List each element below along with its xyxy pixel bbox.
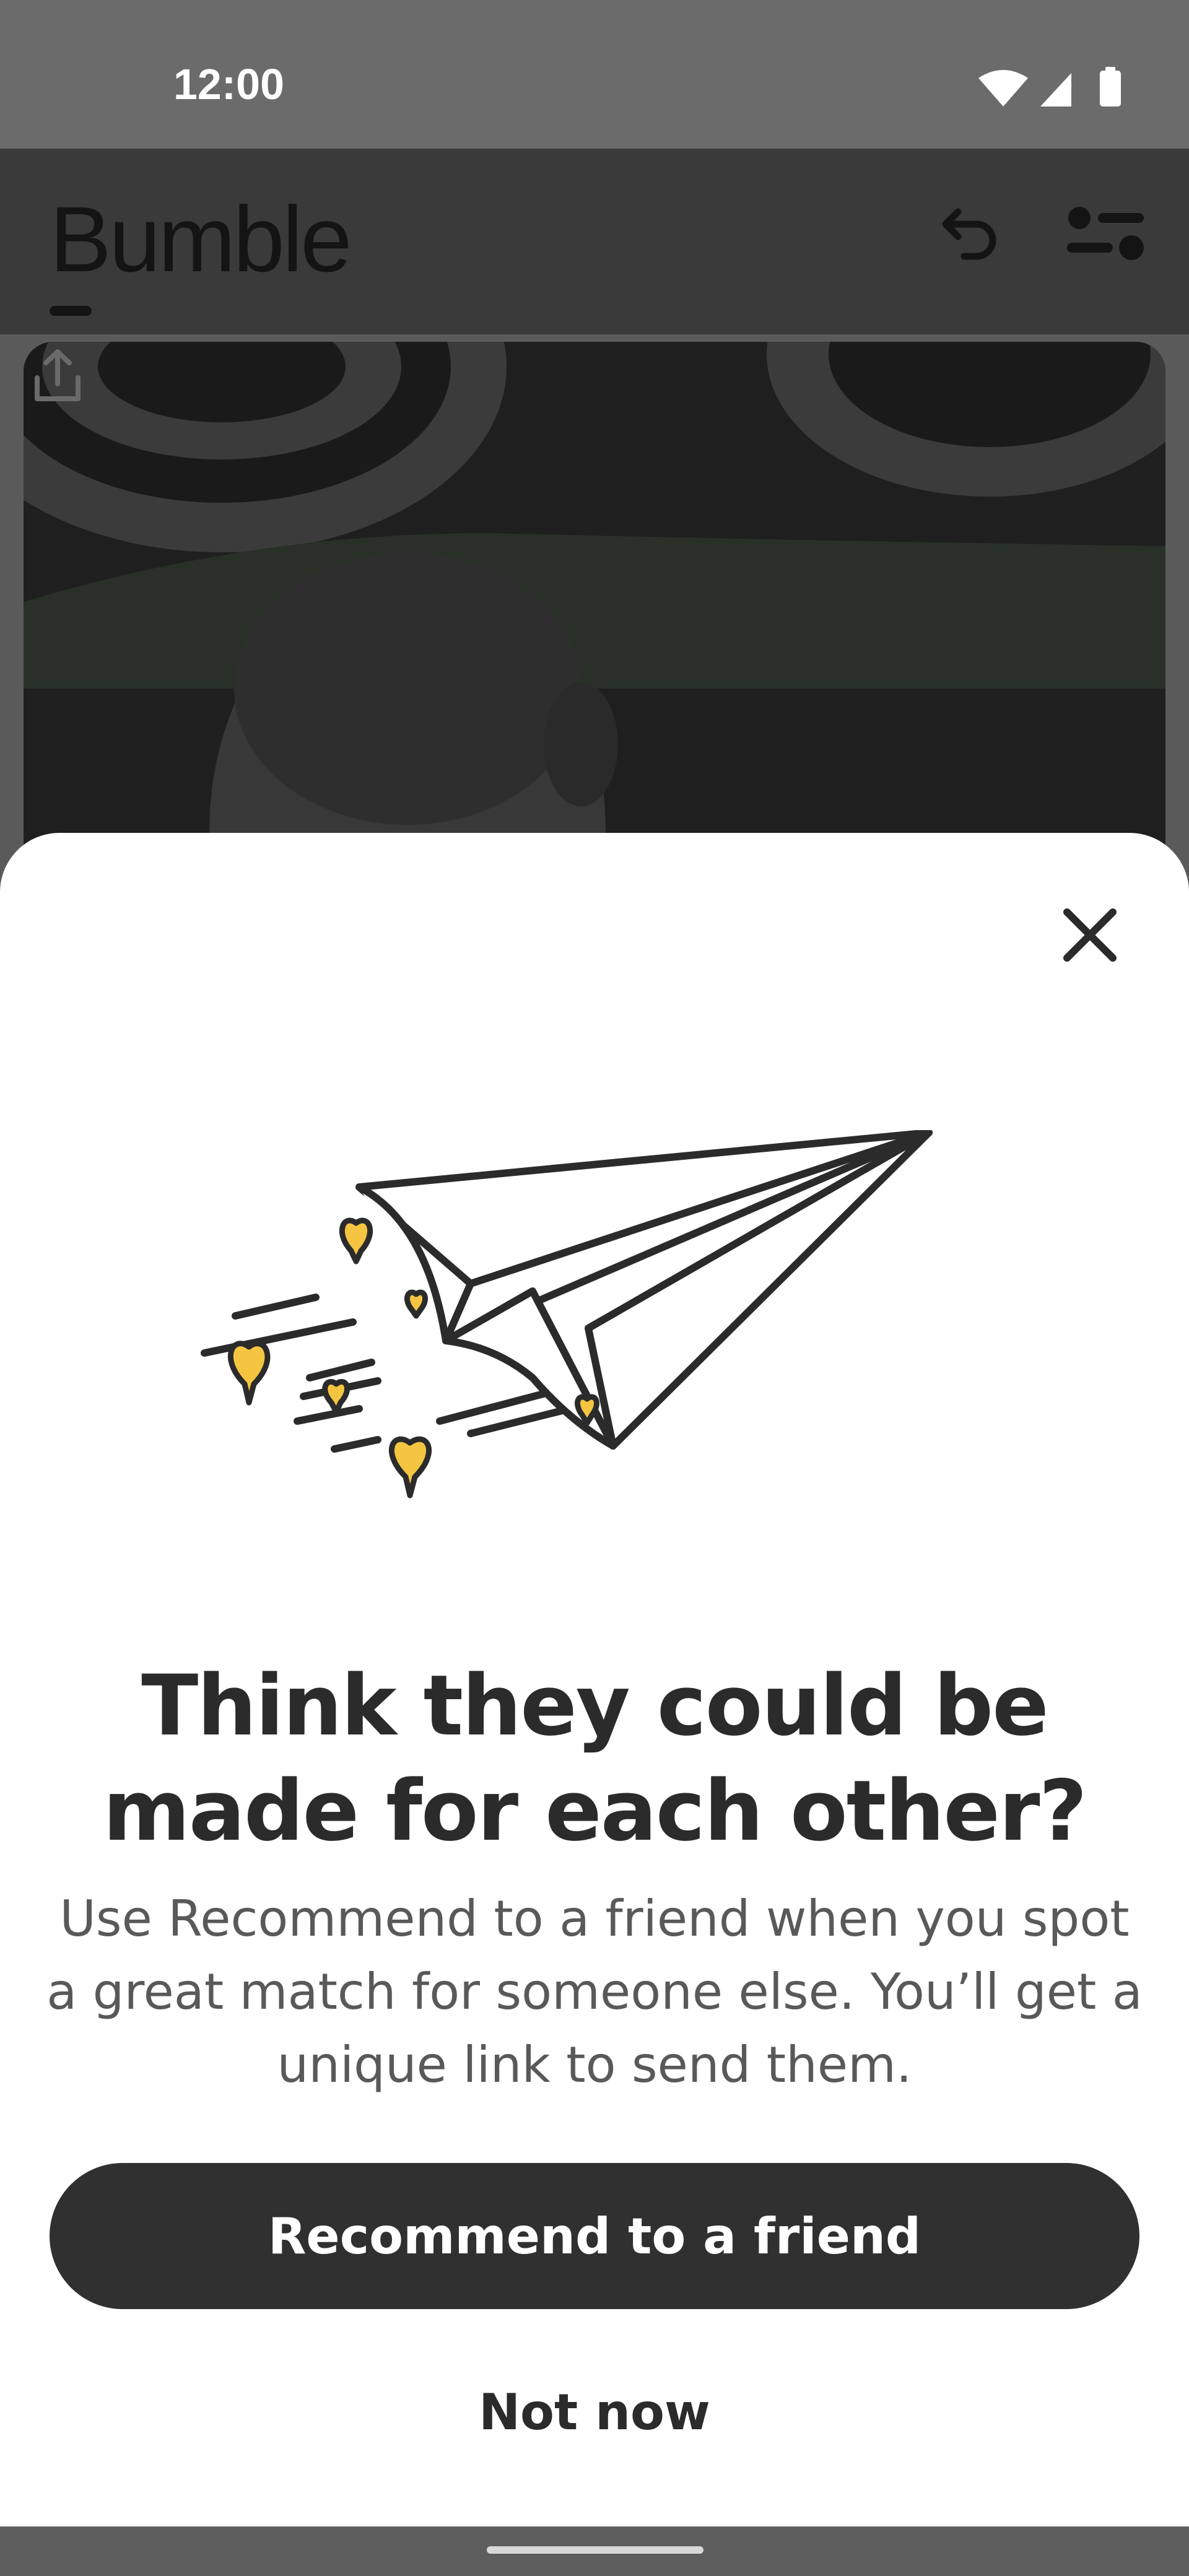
recommend-to-friend-button[interactable]: Recommend to a friend [50,2163,1139,2309]
app-logo: Bumble [50,187,352,291]
filter-icon[interactable] [1062,198,1149,272]
tab-indicator [50,306,92,316]
home-gesture-handle[interactable] [487,2546,703,2554]
close-button[interactable] [1047,892,1133,978]
recommend-bottom-sheet: Think they could be made for each other?… [0,833,1189,2526]
heart-icon [227,1341,271,1406]
heart-icon [388,1436,432,1499]
sheet-description: Use Recommend to a friend when you spot … [46,1890,1143,2094]
not-now-button[interactable]: Not now [347,2362,842,2461]
sheet-title: Think they could be made for each other? [103,1657,1087,1860]
close-icon [1063,908,1117,962]
status-bar: 12:00 [0,0,1189,149]
undo-icon[interactable] [932,198,1006,272]
screen: 12:00 Bumble Think they could be made fo… [0,0,1189,2576]
navigation-bar [0,2526,1189,2576]
wifi-icon [978,70,1028,107]
battery-icon [1100,67,1121,107]
heart-icon [339,1217,373,1264]
status-icons [978,67,1121,107]
heart-icon [322,1378,350,1415]
paper-plane-icon [355,1130,933,1450]
paper-airplane-illustration [201,1130,933,1499]
cellular-signal-icon [1040,73,1071,107]
heart-icon [404,1289,429,1319]
share-icon[interactable] [24,342,92,410]
status-time: 12:00 [173,60,285,108]
app-header: Bumble [0,149,1189,334]
